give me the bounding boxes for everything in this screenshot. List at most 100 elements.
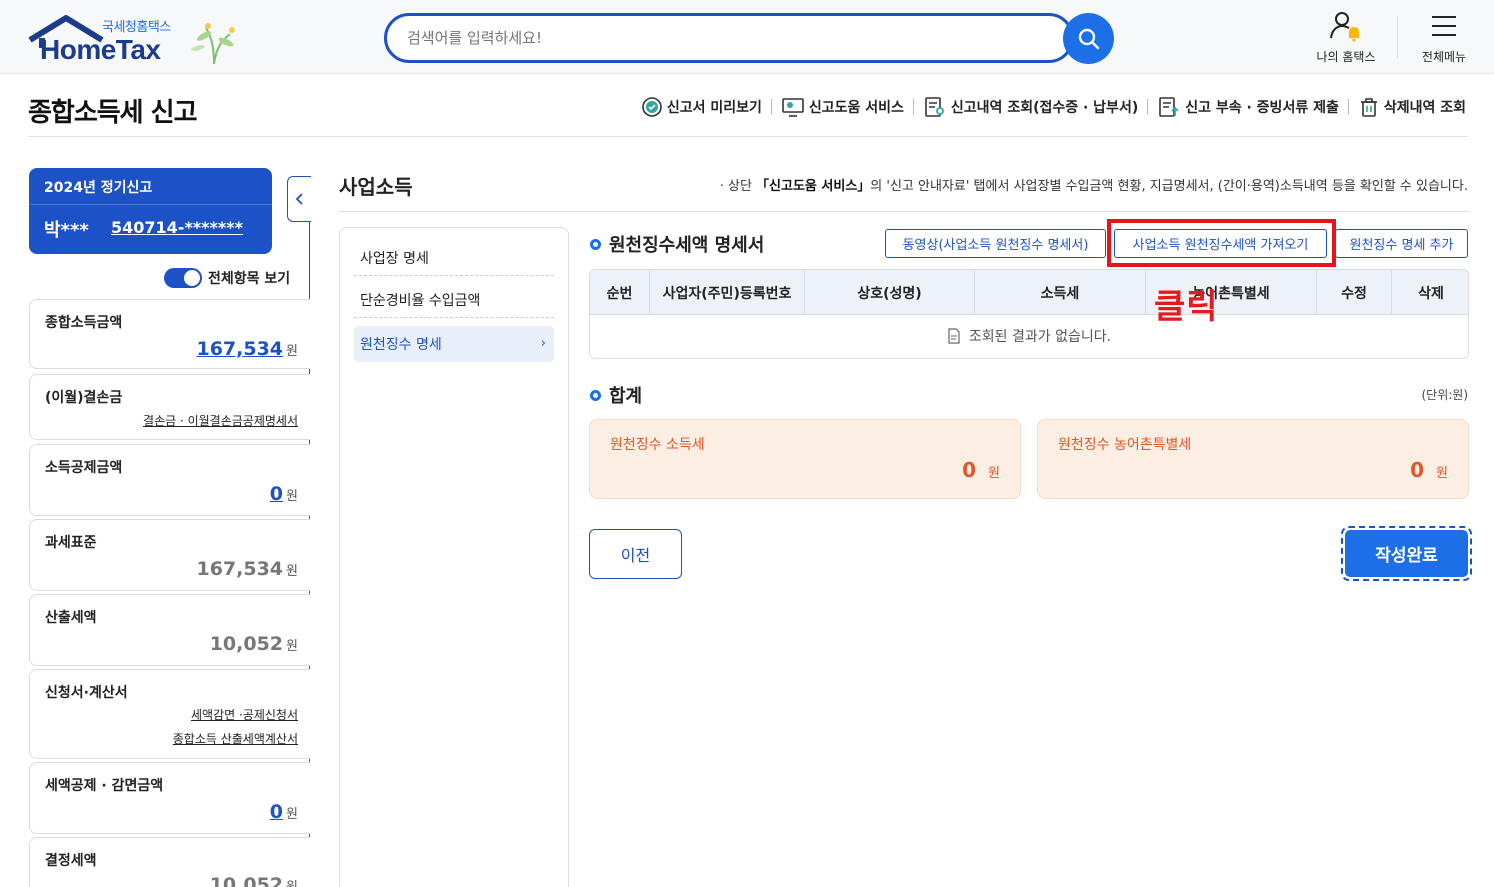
hometax-logo[interactable]: 국세청홈택스 HomeTax (28, 12, 248, 68)
summary-income-value: 167,534 원 (196, 338, 298, 360)
document-upload-icon (1159, 97, 1179, 117)
summary-credit-label: 세액공제 · 감면금액 (45, 778, 164, 794)
summary-deduction-number[interactable]: 0 (270, 483, 283, 505)
user-info-card: 2024년 정기신고 박*** 540714-******* (29, 168, 272, 254)
filing-type: 2024년 정기신고 (44, 180, 153, 196)
income-tax-label: 원천징수 소득세 (610, 437, 705, 453)
summary-loss-label: (이월)결손금 (45, 390, 123, 406)
show-all-toggle[interactable] (164, 268, 202, 288)
section-divider (339, 211, 1469, 212)
summary-calc-tax: 산출세액 10,052 원 (29, 594, 310, 666)
section-note: · 상단 「신고도움 서비스」의 '신고 안내자료' 탭에서 사업장별 수입금액… (720, 175, 1468, 194)
chevron-left-icon (295, 193, 303, 205)
summary-tax-base: 과세표준 167,534 원 (29, 519, 310, 591)
business-submenu: 사업장 명세 단순경비율 수입금액 원천징수 명세 › (339, 227, 569, 887)
submenu-label: 원천징수 명세 (360, 337, 442, 353)
top-header: 국세청홈택스 HomeTax 나의 홈택스 (0, 0, 1494, 74)
unit-note: (단위:원) (1421, 388, 1468, 402)
unit-label: 원 (286, 564, 298, 579)
loss-statement-link[interactable]: 결손금 · 이월결손금공제명세서 (143, 412, 298, 429)
title-divider (28, 136, 1468, 137)
click-annotation: 클릭 (1154, 287, 1219, 327)
empty-message: 조회된 결과가 없습니다. (968, 329, 1112, 345)
summary-forms-label: 신청서·계산서 (45, 685, 128, 701)
add-withholding-button[interactable]: 원천징수 명세 추가 (1335, 229, 1468, 258)
search-button[interactable] (1063, 13, 1114, 64)
collapse-panel-button[interactable] (287, 176, 311, 222)
quick-divider (1347, 99, 1349, 115)
all-menu-button[interactable]: 전체메뉴 (1404, 10, 1484, 68)
attachment-submit-link[interactable]: 신고 부속 · 증빙서류 제출 (1157, 96, 1339, 118)
note-prefix: · 상단 (719, 179, 757, 194)
summary-credit: 세액공제 · 감면금액 0원 (29, 762, 310, 834)
logo-korean-text: 국세청홈택스 (102, 20, 171, 35)
trash-icon (1360, 98, 1377, 117)
unit-label: 원 (286, 807, 298, 822)
withholding-title: 원천징수세액 명세서 (590, 231, 764, 257)
tax-calc-statement-link[interactable]: 종합소득 산출세액계산서 (173, 730, 298, 747)
complete-button[interactable]: 작성완료 (1341, 526, 1472, 581)
hamburger-menu-icon (1432, 16, 1456, 36)
column-header: 삭제 (1418, 285, 1444, 302)
search-input[interactable] (407, 16, 1047, 60)
search-bar (384, 13, 1074, 63)
unit-label: 원 (1436, 466, 1448, 481)
summary-final-tax-value: 10,052원 (210, 874, 298, 887)
summary-forms: 신청서·계산서 세액감면 ·공제신청서 종합소득 산출세액계산서 (29, 669, 310, 759)
summary-tax-base-value: 167,534 원 (196, 558, 298, 580)
bullet-ring-icon (590, 238, 601, 250)
summary-calc-tax-label: 산출세액 (45, 610, 97, 626)
my-hometax-button[interactable]: 나의 홈택스 (1306, 10, 1386, 68)
column-header: 순번 (590, 270, 650, 315)
summary-income-number[interactable]: 167,534 (196, 338, 283, 360)
all-menu-label: 전체메뉴 (1421, 50, 1467, 64)
show-all-label: 전체항목 보기 (208, 271, 291, 287)
note-suffix: 의 '신고 안내자료' 탭에서 사업장별 수입금액 현황, 지급명세서, (간이… (870, 179, 1468, 194)
totals-title-text: 합계 (609, 386, 643, 407)
income-tax-value: 0원 (962, 458, 1000, 482)
quick-links: 신고서 미리보기 신고도움 서비스 신고내역 조회(접수증 · 납부서) 신고 … (641, 96, 1466, 118)
deleted-history-label: 삭제내역 조회 (1383, 100, 1466, 116)
summary-tax-base-number: 167,534 (196, 558, 284, 580)
deleted-history-link[interactable]: 삭제내역 조회 (1358, 96, 1466, 118)
preview-link[interactable]: 신고서 미리보기 (641, 96, 762, 118)
history-link[interactable]: 신고내역 조회(접수증 · 납부서) (923, 96, 1138, 118)
preview-link-label: 신고서 미리보기 (666, 100, 762, 116)
history-link-label: 신고내역 조회(접수증 · 납부서) (950, 100, 1139, 116)
highlight-box (1107, 219, 1336, 267)
unit-label: 원 (286, 344, 298, 359)
summary-income-label: 종합소득금액 (45, 315, 123, 331)
help-service-link[interactable]: 신고도움 서비스 (781, 96, 904, 118)
summary-calc-tax-number: 10,052 (209, 633, 284, 655)
summary-credit-number[interactable]: 0 (270, 801, 283, 823)
page-title: 종합소득세 신고 (28, 98, 197, 128)
document-search-icon (925, 97, 944, 117)
previous-button[interactable]: 이전 (589, 529, 682, 579)
logo-english-text: HomeTax (40, 34, 161, 65)
my-hometax-label: 나의 홈택스 (1316, 50, 1376, 64)
video-guide-button[interactable]: 동영상(사업소득 원천징수 명세서) (885, 229, 1106, 258)
withholding-rural-tax-card: 원천징수 농어촌특별세 0원 (1037, 419, 1469, 499)
reduction-form-link[interactable]: 세액감면 ·공제신청서 (191, 706, 298, 723)
chevron-right-icon: › (540, 336, 546, 351)
summary-credit-value: 0원 (270, 801, 298, 823)
help-service-label: 신고도움 서비스 (808, 100, 904, 116)
monitor-help-icon (782, 98, 804, 117)
summary-loss: (이월)결손금 결손금 · 이월결손금공제명세서 (29, 374, 310, 440)
column-header: 사업자(주민)등록번호 (650, 270, 805, 315)
unit-label: 원 (286, 639, 298, 654)
unit-label: 원 (286, 880, 298, 887)
submenu-item-business-site[interactable]: 사업장 명세 (354, 240, 554, 276)
summary-deduction-value: 0원 (270, 483, 298, 505)
summary-deduction: 소득공제금액 0원 (29, 444, 310, 516)
empty-result: 조회된 결과가 없습니다. (590, 326, 1468, 346)
user-bell-icon (1330, 12, 1359, 42)
table-header: 순번 사업자(주민)등록번호 상호(성명) 소득세 농어촌특별세 수정 삭제 (590, 270, 1468, 315)
note-bold: 「신고도움 서비스」 (756, 179, 871, 194)
submenu-item-withholding[interactable]: 원천징수 명세 › (354, 326, 554, 362)
check-circle-icon (642, 97, 662, 117)
user-name: 박*** (44, 220, 89, 241)
card-divider (29, 204, 272, 205)
submenu-item-simple-expense[interactable]: 단순경비율 수입금액 (354, 282, 554, 318)
user-ssn[interactable]: 540714-******* (111, 218, 243, 237)
